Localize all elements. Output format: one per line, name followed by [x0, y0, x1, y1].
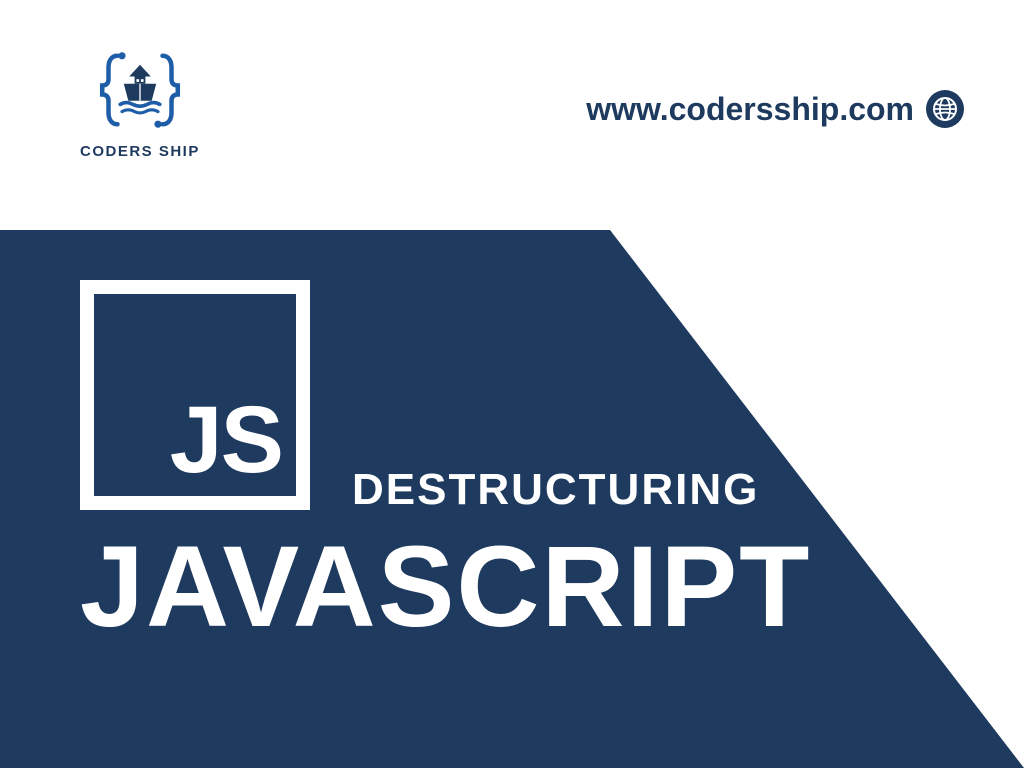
ship-brackets-icon [95, 45, 185, 135]
js-badge-text: JS [170, 393, 282, 488]
website-url-container: www.codersship.com [586, 90, 964, 128]
website-url: www.codersship.com [586, 91, 914, 128]
brand-name: CODERS SHIP [80, 143, 200, 160]
js-badge: JS [80, 280, 310, 510]
subtitle: DESTRUCTURING [352, 465, 759, 515]
main-banner: JS DESTRUCTURING JAVASCRIPT [0, 230, 1024, 768]
banner-content: JS DESTRUCTURING JAVASCRIPT [0, 230, 1024, 768]
globe-icon [926, 90, 964, 128]
brand-logo: CODERS SHIP [80, 45, 200, 160]
header: CODERS SHIP www.codersship.com [0, 0, 1024, 230]
main-title: JAVASCRIPT [80, 530, 1024, 645]
